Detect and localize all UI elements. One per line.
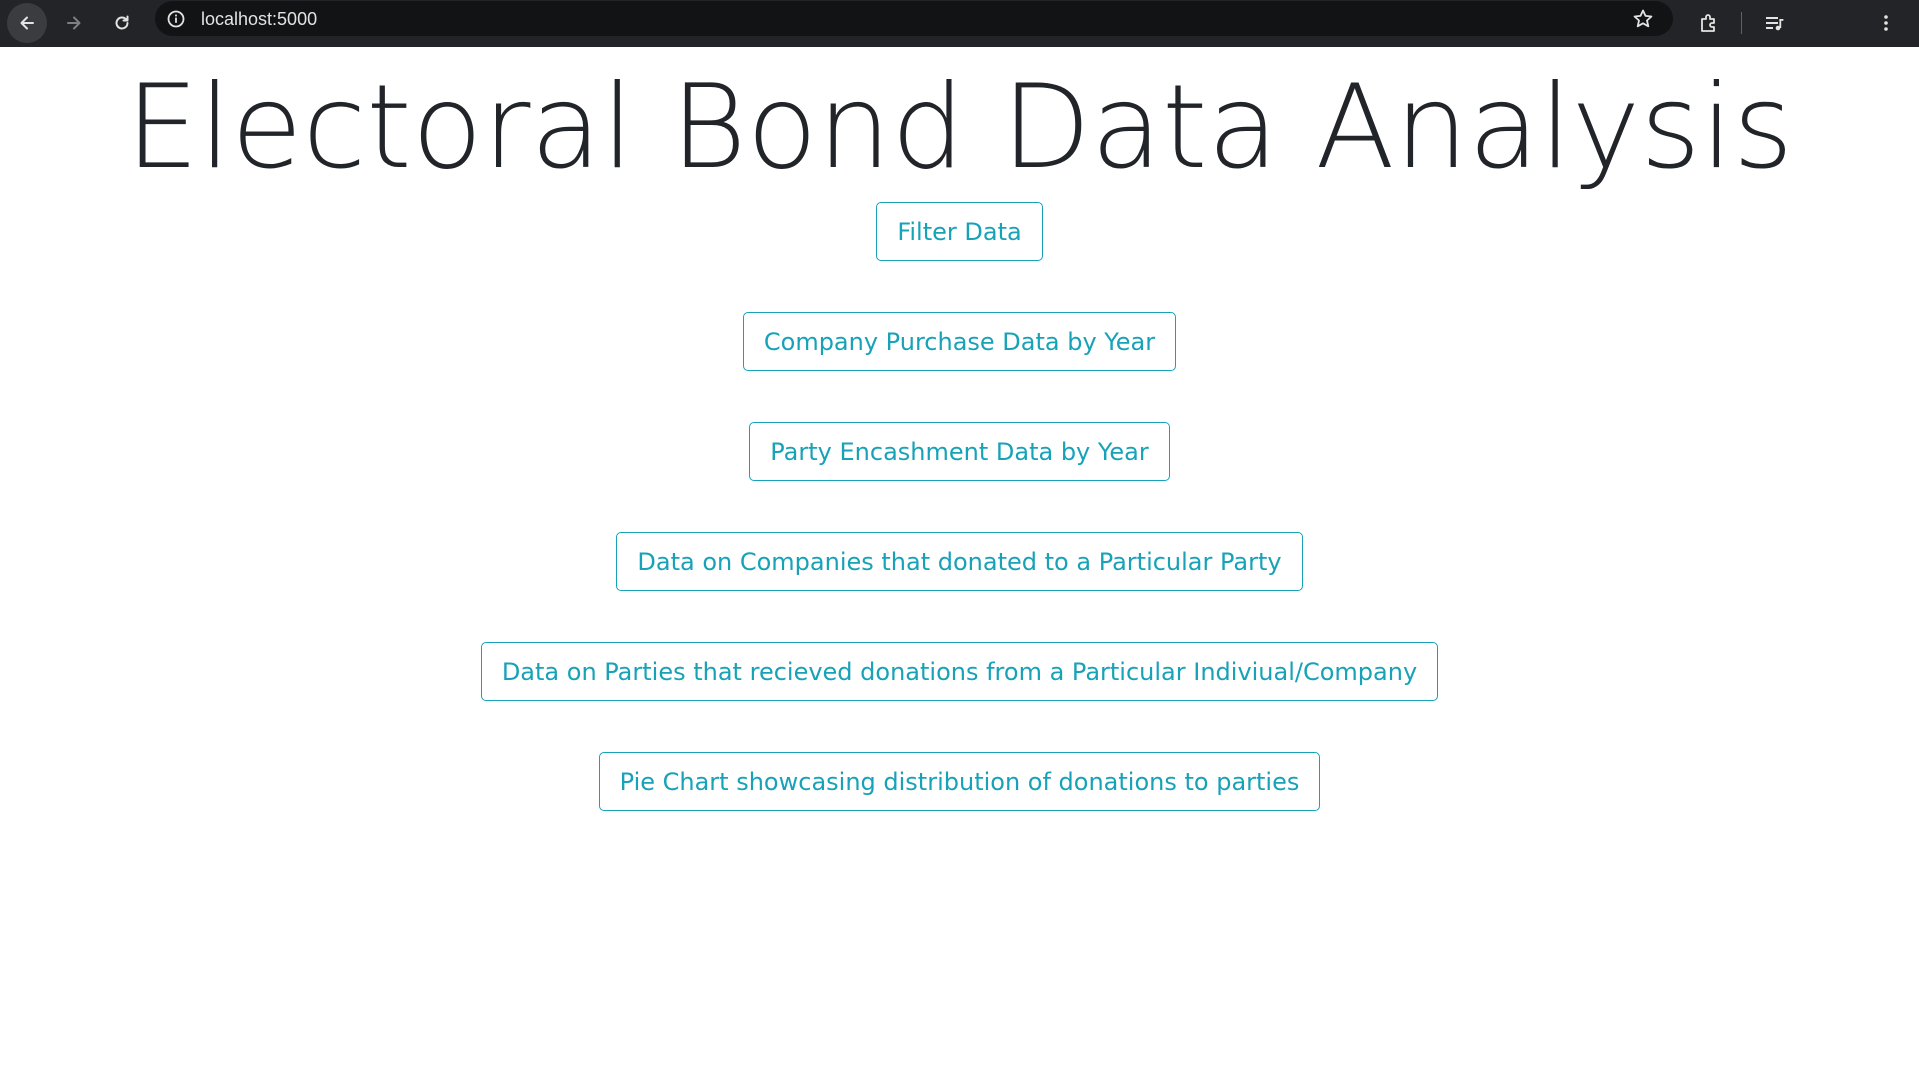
parties-received-from-donor-button[interactable]: Data on Parties that recieved donations …: [480, 642, 1439, 701]
toolbar-separator: [1741, 12, 1742, 34]
browser-toolbar: localhost:5000: [0, 0, 1919, 47]
forward-arrow-icon: [67, 16, 81, 30]
url-text[interactable]: localhost:5000: [201, 9, 317, 30]
companies-donated-to-party-button[interactable]: Data on Companies that donated to a Part…: [616, 532, 1303, 591]
page-title: Electoral Bond Data Analysis: [125, 60, 1794, 195]
extensions-icon[interactable]: [1691, 5, 1727, 41]
analysis-links: Filter Data Company Purchase Data by Yea…: [0, 202, 1919, 862]
back-arrow-icon: [20, 16, 34, 30]
reload-icon: [115, 15, 129, 30]
back-button[interactable]: [7, 3, 47, 43]
star-icon[interactable]: [1631, 7, 1655, 31]
media-queue-icon[interactable]: [1756, 5, 1792, 41]
filter-data-button[interactable]: Filter Data: [876, 202, 1043, 261]
site-info-icon[interactable]: [165, 8, 187, 30]
reload-button[interactable]: [102, 3, 142, 43]
donation-pie-chart-button[interactable]: Pie Chart showcasing distribution of don…: [598, 752, 1321, 811]
party-encashment-by-year-button[interactable]: Party Encashment Data by Year: [749, 422, 1170, 481]
address-bar[interactable]: localhost:5000: [155, 1, 1673, 36]
forward-button[interactable]: [54, 3, 94, 43]
company-purchase-by-year-button[interactable]: Company Purchase Data by Year: [742, 312, 1177, 371]
kebab-menu-icon[interactable]: [1868, 5, 1904, 41]
